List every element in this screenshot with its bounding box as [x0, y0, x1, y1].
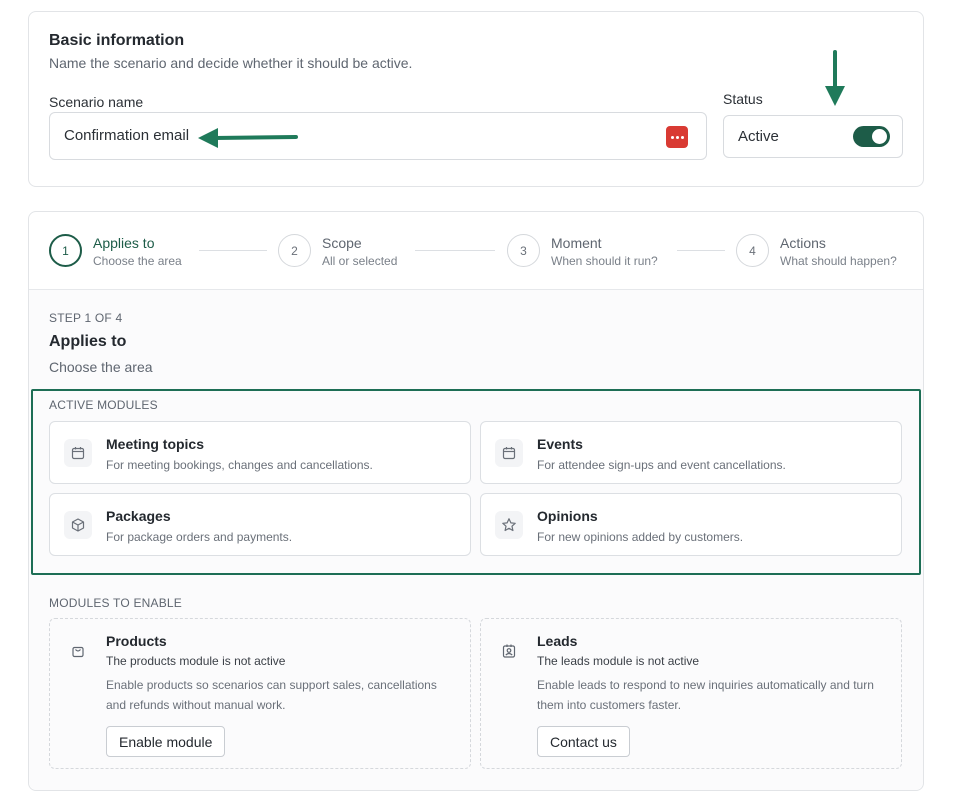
step-connector [199, 250, 267, 251]
active-modules-highlight [31, 389, 921, 575]
step-connector [677, 250, 725, 251]
enable-card-leads: Leads The leads module is not active Ena… [480, 618, 902, 769]
step-3-subtitle: When should it run? [551, 254, 658, 268]
stepper: 1 Applies to Choose the area 2 Scope All… [29, 212, 923, 290]
step-2-circle[interactable]: 2 [278, 234, 311, 267]
enable-module-button[interactable]: Enable module [106, 726, 226, 757]
status-field[interactable]: Active [723, 115, 903, 158]
modules-to-enable-heading: MODULES TO ENABLE [49, 596, 182, 610]
scenario-name-input[interactable]: Confirmation email [49, 112, 707, 160]
annotation-arrow-down-icon [825, 50, 845, 106]
step-1-circle[interactable]: 1 [49, 234, 82, 267]
enable-card-products: Products The products module is not acti… [49, 618, 471, 769]
shopping-bag-icon [64, 637, 92, 665]
scenario-name-value: Confirmation email [64, 127, 190, 144]
status-label: Status [723, 91, 763, 107]
step-subtitle: Choose the area [49, 359, 153, 375]
status-toggle[interactable] [853, 126, 890, 147]
module-description: Enable leads to respond to new inquiries… [537, 678, 874, 712]
basic-info-title: Basic information [49, 32, 185, 49]
contact-badge-icon [495, 637, 523, 665]
dots-icon[interactable] [666, 126, 688, 148]
basic-information-card: Basic information Name the scenario and … [28, 11, 924, 187]
module-status: The products module is not active [106, 654, 286, 668]
step-4-title[interactable]: Actions [780, 235, 826, 251]
step-title: Applies to [49, 333, 127, 350]
step-counter: STEP 1 OF 4 [49, 311, 123, 325]
step-2-title[interactable]: Scope [322, 235, 362, 251]
basic-info-subtitle: Name the scenario and decide whether it … [49, 55, 413, 71]
step-3-circle[interactable]: 3 [507, 234, 540, 267]
step-1-title[interactable]: Applies to [93, 235, 154, 251]
module-description: Enable products so scenarios can support… [106, 678, 437, 712]
scenario-name-label: Scenario name [49, 94, 144, 110]
status-value: Active [738, 128, 779, 145]
step-4-subtitle: What should happen? [780, 254, 897, 268]
step-4-circle[interactable]: 4 [736, 234, 769, 267]
module-title: Products [106, 633, 167, 649]
module-title: Leads [537, 633, 578, 649]
toggle-knob [872, 129, 887, 144]
step-connector [415, 250, 495, 251]
step-2-subtitle: All or selected [322, 254, 398, 268]
contact-us-button[interactable]: Contact us [537, 726, 630, 757]
step-1-subtitle: Choose the area [93, 254, 182, 268]
module-status: The leads module is not active [537, 654, 700, 668]
step-3-title[interactable]: Moment [551, 235, 602, 251]
annotation-arrow-left-icon [198, 128, 298, 148]
